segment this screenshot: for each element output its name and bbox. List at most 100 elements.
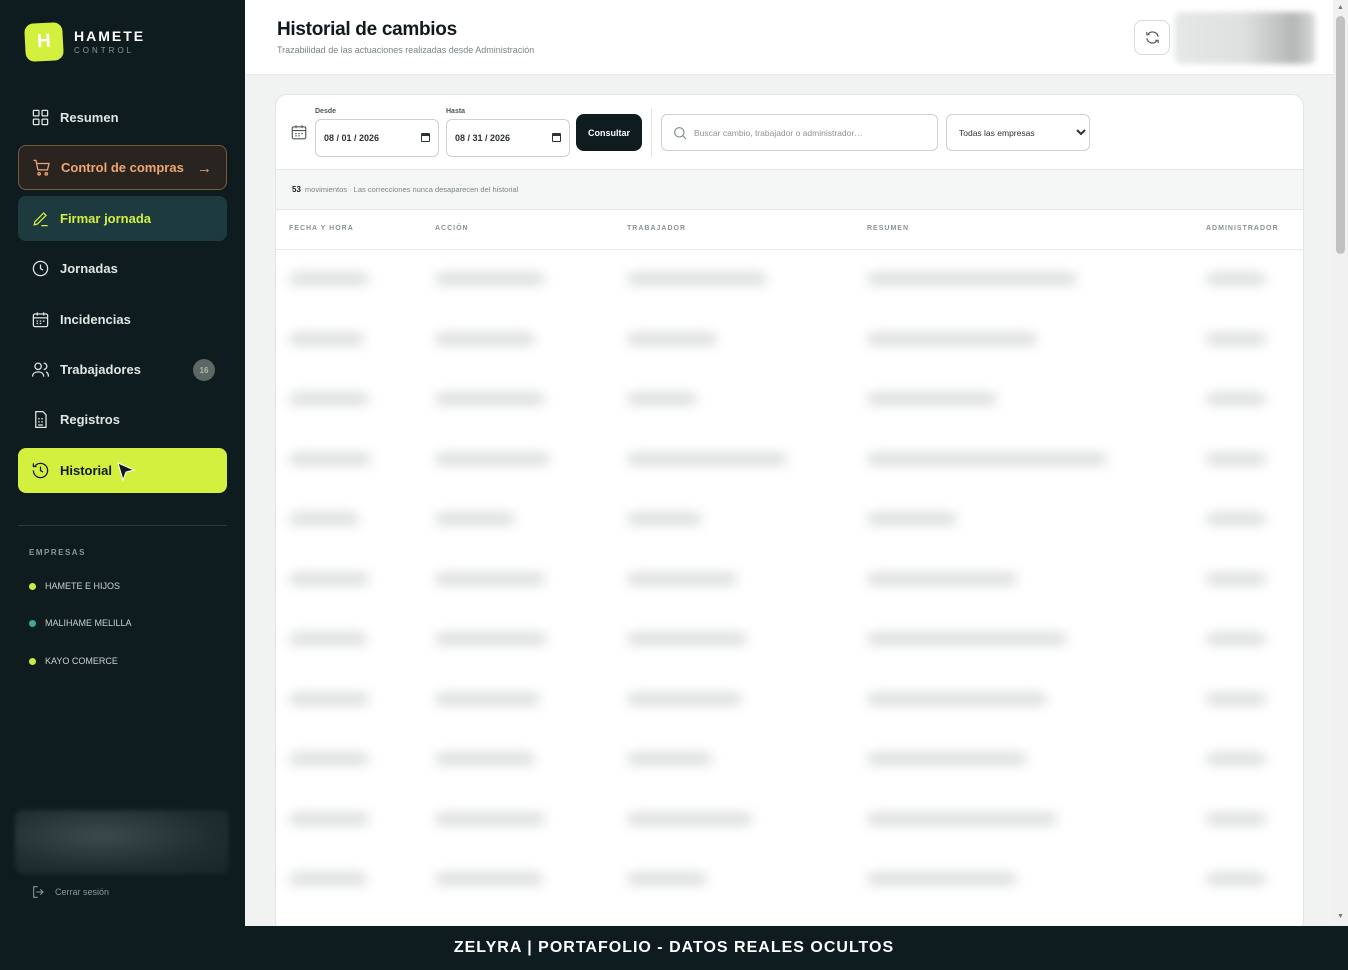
redacted-cell <box>627 273 767 285</box>
company-name: MALIHAME MELILLA <box>45 618 132 628</box>
sidebar-item-label: Historial <box>60 463 113 478</box>
refresh-button[interactable] <box>1134 20 1170 55</box>
redacted-cell <box>289 393 369 405</box>
document-icon <box>30 410 50 430</box>
redacted-cell <box>289 753 369 765</box>
redacted-cell <box>289 513 359 525</box>
consult-button[interactable]: Consultar <box>576 114 642 151</box>
to-date-label: Hasta <box>446 108 466 115</box>
brand-logo-icon: H <box>24 22 64 62</box>
table-body <box>276 251 1303 911</box>
sidebar-item-label: Trabajadores <box>60 362 141 377</box>
pen-icon <box>30 209 50 229</box>
company-item[interactable]: HAMETE E HIJOS <box>29 581 120 591</box>
table-row[interactable] <box>276 851 1303 911</box>
redacted-cell <box>627 333 717 345</box>
table-row[interactable] <box>276 551 1303 611</box>
search-field[interactable] <box>661 114 938 151</box>
redacted-cell <box>289 813 369 825</box>
mouse-cursor-icon <box>117 462 136 482</box>
from-date-label: Desde <box>315 108 337 115</box>
table-row[interactable] <box>276 311 1303 371</box>
user-card[interactable] <box>15 810 229 874</box>
sidebar: H HAMETE CONTROL Resumen Control de comp… <box>0 0 245 926</box>
sidebar-item-incidencias[interactable]: Incidencias <box>18 297 227 342</box>
scroll-up-icon[interactable]: ▲ <box>1336 3 1345 12</box>
redacted-cell <box>1206 453 1266 465</box>
company-item[interactable]: KAYO COMERCE <box>29 656 118 666</box>
redacted-cell <box>627 693 742 705</box>
redacted-cell <box>867 333 1037 345</box>
sidebar-divider <box>18 525 227 526</box>
sidebar-item-label: Resumen <box>60 110 119 125</box>
redacted-cell <box>289 633 367 645</box>
table-row[interactable] <box>276 791 1303 851</box>
page-scrollbar[interactable]: ▲ ▼ <box>1333 0 1348 926</box>
redacted-cell <box>1206 513 1266 525</box>
scrollbar-thumb[interactable] <box>1336 16 1345 254</box>
brand-text: HAMETE CONTROL <box>74 29 145 55</box>
redacted-cell <box>1206 393 1266 405</box>
table-row[interactable] <box>276 491 1303 551</box>
table-header: FECHA Y HORA ACCIÓN TRABAJADOR RESUMEN A… <box>276 210 1303 250</box>
column-header-resumen: RESUMEN <box>867 225 910 232</box>
scroll-down-icon[interactable]: ▼ <box>1336 912 1345 921</box>
brand-name: HAMETE <box>74 28 146 44</box>
calendar-picker-icon[interactable] <box>552 133 561 142</box>
table-row[interactable] <box>276 671 1303 731</box>
redacted-cell <box>627 753 712 765</box>
calendar-picker-icon[interactable] <box>421 133 430 142</box>
redacted-cell <box>289 453 371 465</box>
sidebar-item-label: Incidencias <box>60 312 131 327</box>
table-row[interactable] <box>276 251 1303 311</box>
table-row[interactable] <box>276 431 1303 491</box>
sidebar-item-registros[interactable]: Registros <box>18 397 227 442</box>
company-item[interactable]: MALIHAME MELILLA <box>29 618 132 628</box>
redacted-cell <box>867 873 1017 885</box>
redacted-cell <box>1206 753 1266 765</box>
redacted-cell <box>435 453 550 465</box>
brand[interactable]: H HAMETE CONTROL <box>24 22 145 62</box>
redacted-cell <box>867 633 1067 645</box>
refresh-icon <box>1145 31 1159 44</box>
redacted-cell <box>289 333 364 345</box>
sidebar-item-trabajadores[interactable]: Trabajadores 16 <box>18 347 227 392</box>
column-header-administrador: ADMINISTRADOR <box>1206 225 1279 232</box>
redacted-cell <box>867 393 997 405</box>
company-name: HAMETE E HIJOS <box>45 581 121 591</box>
avatar[interactable] <box>1175 12 1315 64</box>
redacted-cell <box>1206 813 1266 825</box>
results-count: 53 <box>292 185 301 194</box>
redacted-cell <box>867 813 1057 825</box>
sidebar-item-firmar-jornada[interactable]: Firmar jornada <box>18 196 227 241</box>
table-row[interactable] <box>276 731 1303 791</box>
redacted-cell <box>289 273 369 285</box>
logout-icon <box>33 886 44 898</box>
column-header-trabajador: TRABAJADOR <box>627 225 686 232</box>
sidebar-item-jornadas[interactable]: Jornadas <box>18 246 227 291</box>
page-subtitle: Trazabilidad de las actuaciones realizad… <box>277 45 535 55</box>
logout-button[interactable]: Cerrar sesión <box>31 884 109 900</box>
redacted-cell <box>627 633 747 645</box>
redacted-cell <box>867 753 1027 765</box>
redacted-cell <box>435 573 545 585</box>
sidebar-item-resumen[interactable]: Resumen <box>18 95 227 140</box>
table-row[interactable] <box>276 371 1303 431</box>
table-row[interactable] <box>276 611 1303 671</box>
portfolio-banner: ZELYRA | PORTAFOLIO - DATOS REALES OCULT… <box>0 926 1348 970</box>
sidebar-item-label: Firmar jornada <box>60 211 152 226</box>
redacted-cell <box>1206 693 1266 705</box>
redacted-cell <box>627 453 787 465</box>
sidebar-item-control-compras[interactable]: Control de compras → <box>18 145 227 190</box>
search-icon <box>674 127 687 140</box>
redacted-cell <box>1206 333 1266 345</box>
redacted-cell <box>627 513 702 525</box>
company-select[interactable]: Todas las empresas <box>946 114 1090 151</box>
redacted-cell <box>627 813 752 825</box>
history-icon <box>30 461 50 481</box>
status-dot-icon <box>29 657 36 665</box>
section-label-empresas: EMPRESAS <box>29 548 86 557</box>
redacted-cell <box>435 813 545 825</box>
search-input[interactable] <box>694 115 932 150</box>
redacted-cell <box>627 873 707 885</box>
